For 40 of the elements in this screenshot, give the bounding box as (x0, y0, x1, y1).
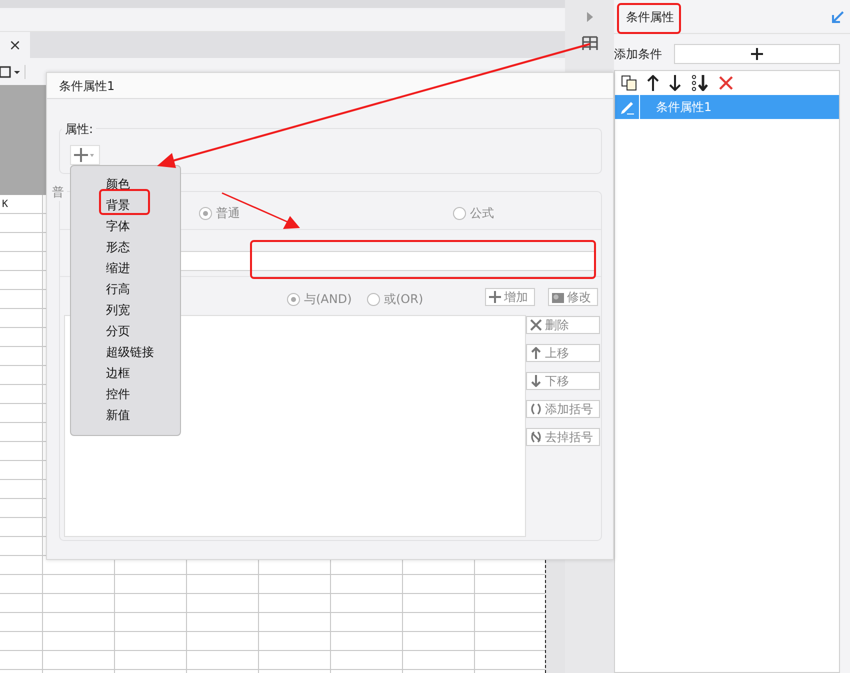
menu-item[interactable]: 颜色 (106, 175, 180, 194)
parentheses-icon (530, 403, 542, 415)
table-icon[interactable] (582, 35, 598, 51)
tab-close-button[interactable]: × (0, 32, 30, 58)
add-condition-label: 添加条件 (614, 46, 662, 63)
border-icon[interactable] (0, 64, 26, 78)
down-arrow-icon (530, 375, 542, 387)
plus-icon (751, 48, 763, 60)
menu-item[interactable]: 超级链接 (106, 343, 180, 362)
move-up-icon[interactable] (647, 75, 659, 91)
close-icon (530, 319, 542, 331)
attribute-legend: 属性: (62, 120, 96, 138)
crossed-parentheses-icon (530, 431, 542, 443)
add-attribute-button[interactable] (70, 145, 100, 165)
pencil-icon (619, 99, 635, 115)
dialog-title: 条件属性1 (47, 73, 613, 99)
up-arrow-icon (530, 347, 542, 359)
collapse-arrow-icon[interactable] (832, 10, 844, 22)
move-down-icon[interactable] (669, 75, 681, 91)
condition-label: 条件属性1 (655, 99, 712, 116)
menu-item[interactable]: 新值 (106, 406, 180, 425)
delete-icon[interactable] (719, 76, 733, 90)
copy-icon[interactable] (621, 75, 637, 91)
menu-item[interactable]: 字体 (106, 217, 180, 236)
menu-item[interactable]: 形态 (106, 238, 180, 257)
menu-item[interactable]: 缩进 (106, 259, 180, 278)
menu-item[interactable]: 控件 (106, 385, 180, 404)
plus-icon (489, 291, 501, 303)
plus-icon (74, 148, 94, 162)
move-bottom-icon[interactable] (691, 75, 709, 91)
menu-item[interactable]: 边框 (106, 364, 180, 383)
column-header: K (2, 198, 8, 212)
panel-tab[interactable]: 条件属性 (614, 8, 674, 26)
menu-item[interactable]: 背景 (106, 196, 180, 215)
menu-item[interactable]: 分页 (106, 322, 180, 341)
highlight-box (617, 3, 681, 34)
menu-item[interactable]: 行高 (106, 280, 180, 299)
highlight-box (99, 189, 150, 215)
menu-item[interactable]: 列宽 (106, 301, 180, 320)
section-legend: 普 (49, 183, 67, 201)
